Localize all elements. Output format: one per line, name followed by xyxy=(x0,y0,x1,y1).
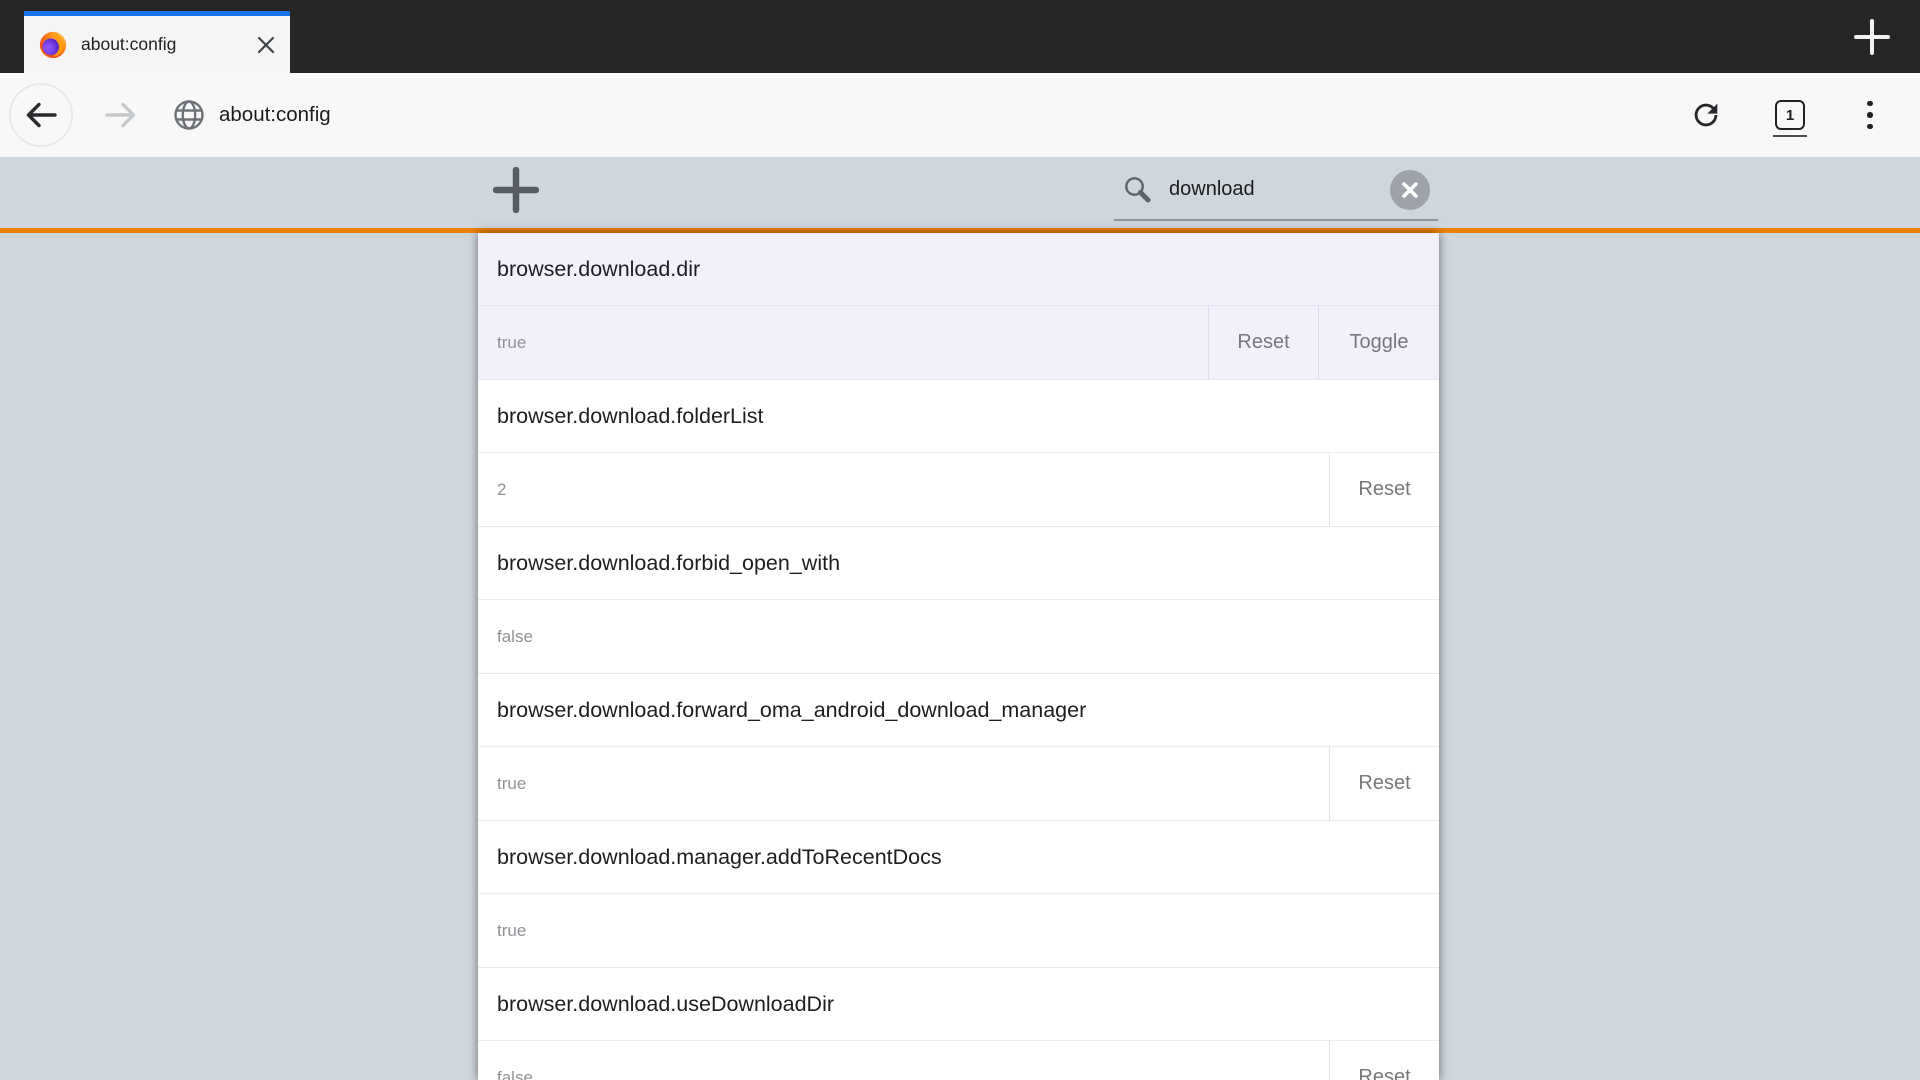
pref-row: browser.download.forward_oma_android_dow… xyxy=(478,674,1439,821)
url-text[interactable]: about:config xyxy=(219,103,331,127)
pref-value-row: true xyxy=(478,894,1439,968)
reset-button[interactable]: Reset xyxy=(1329,747,1439,820)
reload-icon[interactable] xyxy=(1682,91,1730,139)
pref-name[interactable]: browser.download.manager.addToRecentDocs xyxy=(478,821,1439,894)
pref-value[interactable]: false xyxy=(478,600,1439,673)
firefox-icon xyxy=(39,31,67,58)
browser-tab[interactable]: about:config xyxy=(24,11,290,73)
pref-name[interactable]: browser.download.forbid_open_with xyxy=(478,527,1439,600)
pref-value[interactable]: true xyxy=(478,894,1439,967)
pref-value[interactable]: true xyxy=(478,747,1329,820)
toggle-button[interactable]: Toggle xyxy=(1318,306,1439,379)
back-button[interactable] xyxy=(9,83,73,147)
menu-kebab-icon[interactable] xyxy=(1850,91,1890,139)
close-tab-icon[interactable] xyxy=(254,33,278,57)
pref-name[interactable]: browser.download.folderList xyxy=(478,380,1439,453)
pref-row: browser.download.dir true Reset Toggle xyxy=(478,233,1439,380)
pref-value-row: false Reset xyxy=(478,1041,1439,1080)
pref-row: browser.download.forbid_open_with false xyxy=(478,527,1439,674)
pref-value-row: false xyxy=(478,600,1439,674)
tab-count: 1 xyxy=(1775,100,1805,130)
pref-value[interactable]: false xyxy=(478,1041,1329,1080)
pref-name[interactable]: browser.download.dir xyxy=(478,233,1439,306)
pref-name[interactable]: browser.download.useDownloadDir xyxy=(478,968,1439,1041)
new-tab-icon[interactable] xyxy=(1846,11,1898,63)
tab-counter-underline xyxy=(1773,135,1807,137)
forward-button[interactable] xyxy=(99,93,143,137)
search-field[interactable]: download xyxy=(1114,160,1438,221)
screen: about:config about:config 1 download bro… xyxy=(0,0,1920,1080)
pref-row: browser.download.useDownloadDir false Rese… xyxy=(478,968,1439,1080)
preference-list: browser.download.dir true Reset Toggle brows… xyxy=(478,233,1439,1080)
pref-value-row: true Reset Toggle xyxy=(478,306,1439,380)
search-icon xyxy=(1122,174,1154,206)
pref-value-row: true Reset xyxy=(478,747,1439,821)
search-input[interactable]: download xyxy=(1169,178,1390,201)
pref-value[interactable]: 2 xyxy=(478,453,1329,526)
tab-title: about:config xyxy=(81,34,177,54)
reset-button[interactable]: Reset xyxy=(1329,453,1439,526)
pref-value-row: 2 Reset xyxy=(478,453,1439,527)
add-preference-icon[interactable] xyxy=(489,163,543,217)
pref-value[interactable]: true xyxy=(478,306,1208,379)
tab-counter-button[interactable]: 1 xyxy=(1766,91,1814,139)
globe-icon xyxy=(173,99,205,131)
reset-button[interactable]: Reset xyxy=(1329,1041,1439,1080)
address-bar: about:config 1 xyxy=(0,73,1920,157)
pref-row: browser.download.manager.addToRecentDocs… xyxy=(478,821,1439,968)
tab-strip: about:config xyxy=(0,0,1920,73)
reset-button[interactable]: Reset xyxy=(1208,306,1318,379)
config-toolbar xyxy=(0,157,1920,228)
pref-row: browser.download.folderList 2 Reset xyxy=(478,380,1439,527)
clear-search-icon[interactable] xyxy=(1390,169,1430,210)
pref-name[interactable]: browser.download.forward_oma_android_dow… xyxy=(478,674,1439,747)
